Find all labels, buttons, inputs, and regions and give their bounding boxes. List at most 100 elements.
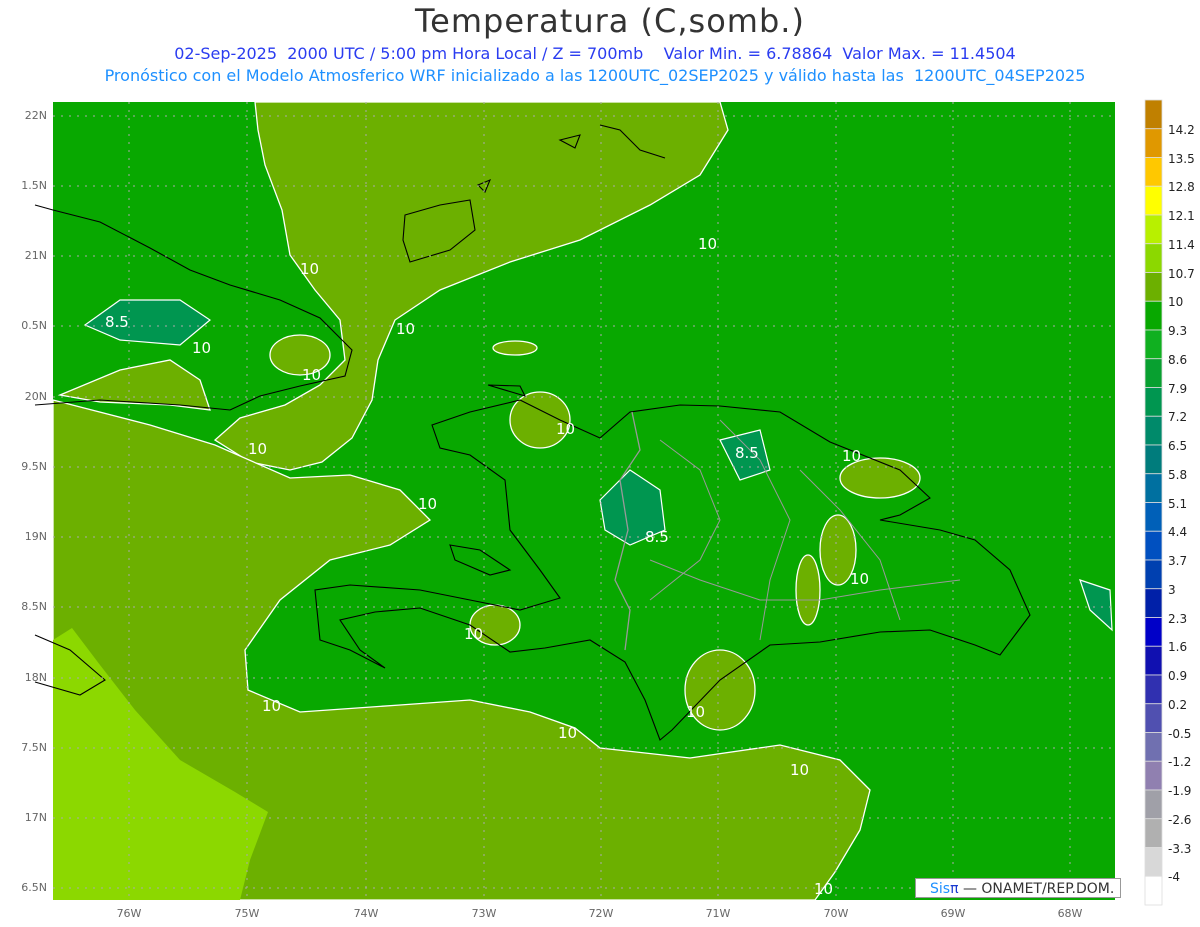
colorbar-label: 10.7: [1168, 266, 1195, 281]
colorbar-label: 9.3: [1168, 324, 1188, 338]
contour-label: 10: [262, 697, 281, 715]
lon-label: 73W: [471, 907, 497, 920]
credit-sis: Sis: [930, 881, 951, 897]
colorbar-swatch: [1144, 300, 1163, 331]
contour-label: 10: [396, 320, 415, 338]
colorbar-label: 3: [1168, 582, 1176, 597]
contour-label: 8.5: [645, 528, 669, 546]
colorbar-swatch: [1144, 559, 1163, 590]
colorbar: [1144, 99, 1163, 906]
contour-label: 10: [248, 440, 267, 458]
lat-label: 19N: [24, 530, 47, 543]
lon-label: 71W: [705, 907, 731, 920]
lat-label: 22N: [24, 109, 47, 122]
olive-patch: [492, 340, 538, 356]
colorbar-swatch: [1144, 214, 1163, 245]
colorbar-swatch: [1144, 473, 1163, 503]
lat-label: 1.5N: [21, 179, 47, 192]
lat-label: 17N: [24, 811, 47, 824]
colorbar-swatch: [1144, 185, 1163, 216]
contour-label: 10: [556, 420, 575, 438]
colorbar-swatch: [1144, 645, 1163, 676]
valid-time-line: 02-Sep-2025 2000 UTC / 5:00 pm Hora Loca…: [174, 44, 1016, 63]
colorbar-label: 8.6: [1168, 352, 1188, 367]
contour-label: 10: [814, 880, 833, 898]
lat-label: 18N: [24, 671, 47, 684]
colorbar-swatch: [1144, 732, 1163, 762]
colorbar-label: 12.1: [1168, 209, 1195, 223]
map-title: Temperatura (C,somb.): [415, 2, 805, 40]
contour-label: 10: [192, 339, 211, 357]
colorbar-swatch: [1144, 272, 1163, 302]
pi-logo: π: [950, 881, 959, 897]
contour-label: 10: [302, 366, 321, 384]
colorbar-swatch: [1144, 818, 1163, 848]
colorbar-label: -4: [1168, 870, 1180, 885]
lon-label: 72W: [588, 907, 614, 920]
colorbar-label: 0.9: [1168, 669, 1188, 683]
colorbar-swatch: [1144, 329, 1163, 360]
contour-label: 10: [418, 495, 437, 513]
lat-label: 9.5N: [21, 460, 47, 473]
colorbar-swatch: [1144, 847, 1163, 877]
colorbar-label: -1.2: [1168, 755, 1192, 770]
lat-label: 6.5N: [21, 881, 47, 894]
colorbar-swatch: [1144, 99, 1163, 130]
contour-label: 8.5: [105, 313, 129, 331]
colorbar-label: 5.8: [1168, 467, 1188, 482]
colorbar-label: 5.1: [1168, 496, 1188, 511]
colorbar-swatch: [1144, 875, 1163, 906]
lon-label: 76W: [116, 907, 142, 920]
colorbar-label: 13.5: [1168, 151, 1195, 166]
colorbar-label: -0.5: [1168, 726, 1192, 741]
olive-patch: [795, 554, 821, 626]
contour-label: 8.5: [735, 444, 759, 462]
colorbar-swatch: [1144, 358, 1163, 388]
colorbar-swatch: [1144, 502, 1163, 532]
colorbar-label: 3.7: [1168, 554, 1188, 568]
colorbar-swatch: [1144, 415, 1163, 446]
lon-label: 68W: [1057, 907, 1083, 920]
model-info-line: Pronóstico con el Modelo Atmosferico WRF…: [104, 66, 1086, 85]
lon-label: 75W: [234, 907, 260, 920]
colorbar-swatch: [1144, 760, 1163, 791]
colorbar-swatch: [1144, 703, 1163, 733]
contour-label: 10: [850, 570, 869, 588]
contour-label: 10: [686, 703, 705, 721]
colorbar-swatch: [1144, 617, 1163, 647]
colorbar-label: 10: [1168, 295, 1184, 310]
colorbar-swatch: [1144, 444, 1163, 475]
colorbar-label: 0.2: [1168, 697, 1188, 712]
colorbar-label: 7.2: [1168, 410, 1188, 425]
contour-label: 10: [558, 724, 577, 742]
lat-label: 20N: [24, 390, 47, 403]
lat-label: 0.5N: [21, 319, 47, 332]
colorbar-swatch: [1144, 674, 1163, 705]
lat-label: 8.5N: [21, 600, 47, 613]
colorbar-label: 4.4: [1168, 525, 1188, 540]
credit-box: Sisπ — ONAMET/REP.DOM.: [915, 878, 1121, 898]
colorbar-label: -2.6: [1168, 812, 1192, 827]
colorbar-label: 12.8: [1168, 180, 1195, 195]
colorbar-swatch: [1144, 157, 1163, 187]
temperature-map: 10 10 10 10 10 10 10 10 10 10 10 10 10 10 10 10 8.5 8.5 8.…: [34, 99, 1163, 906]
colorbar-label: 1.6: [1168, 640, 1188, 655]
lon-label: 74W: [353, 907, 379, 920]
colorbar-swatch: [1144, 789, 1163, 820]
colorbar-swatch: [1144, 588, 1163, 618]
lon-label: 70W: [823, 907, 849, 920]
contour-label: 10: [790, 761, 809, 779]
lat-label: 7.5N: [21, 741, 47, 754]
contour-label: 10: [842, 447, 861, 465]
colorbar-swatch: [1144, 530, 1163, 561]
contour-label: 10: [464, 625, 483, 643]
colorbar-swatch: [1144, 243, 1163, 273]
lon-label: 69W: [940, 907, 966, 920]
contour-label: 10: [698, 235, 717, 253]
colorbar-label: 14.2: [1168, 122, 1195, 137]
colorbar-label: 11.4: [1168, 237, 1195, 252]
colorbar-label: 2.3: [1168, 611, 1188, 626]
credit-org: — ONAMET/REP.DOM.: [958, 881, 1115, 897]
colorbar-swatch: [1144, 387, 1163, 417]
contour-label: 10: [300, 260, 319, 278]
